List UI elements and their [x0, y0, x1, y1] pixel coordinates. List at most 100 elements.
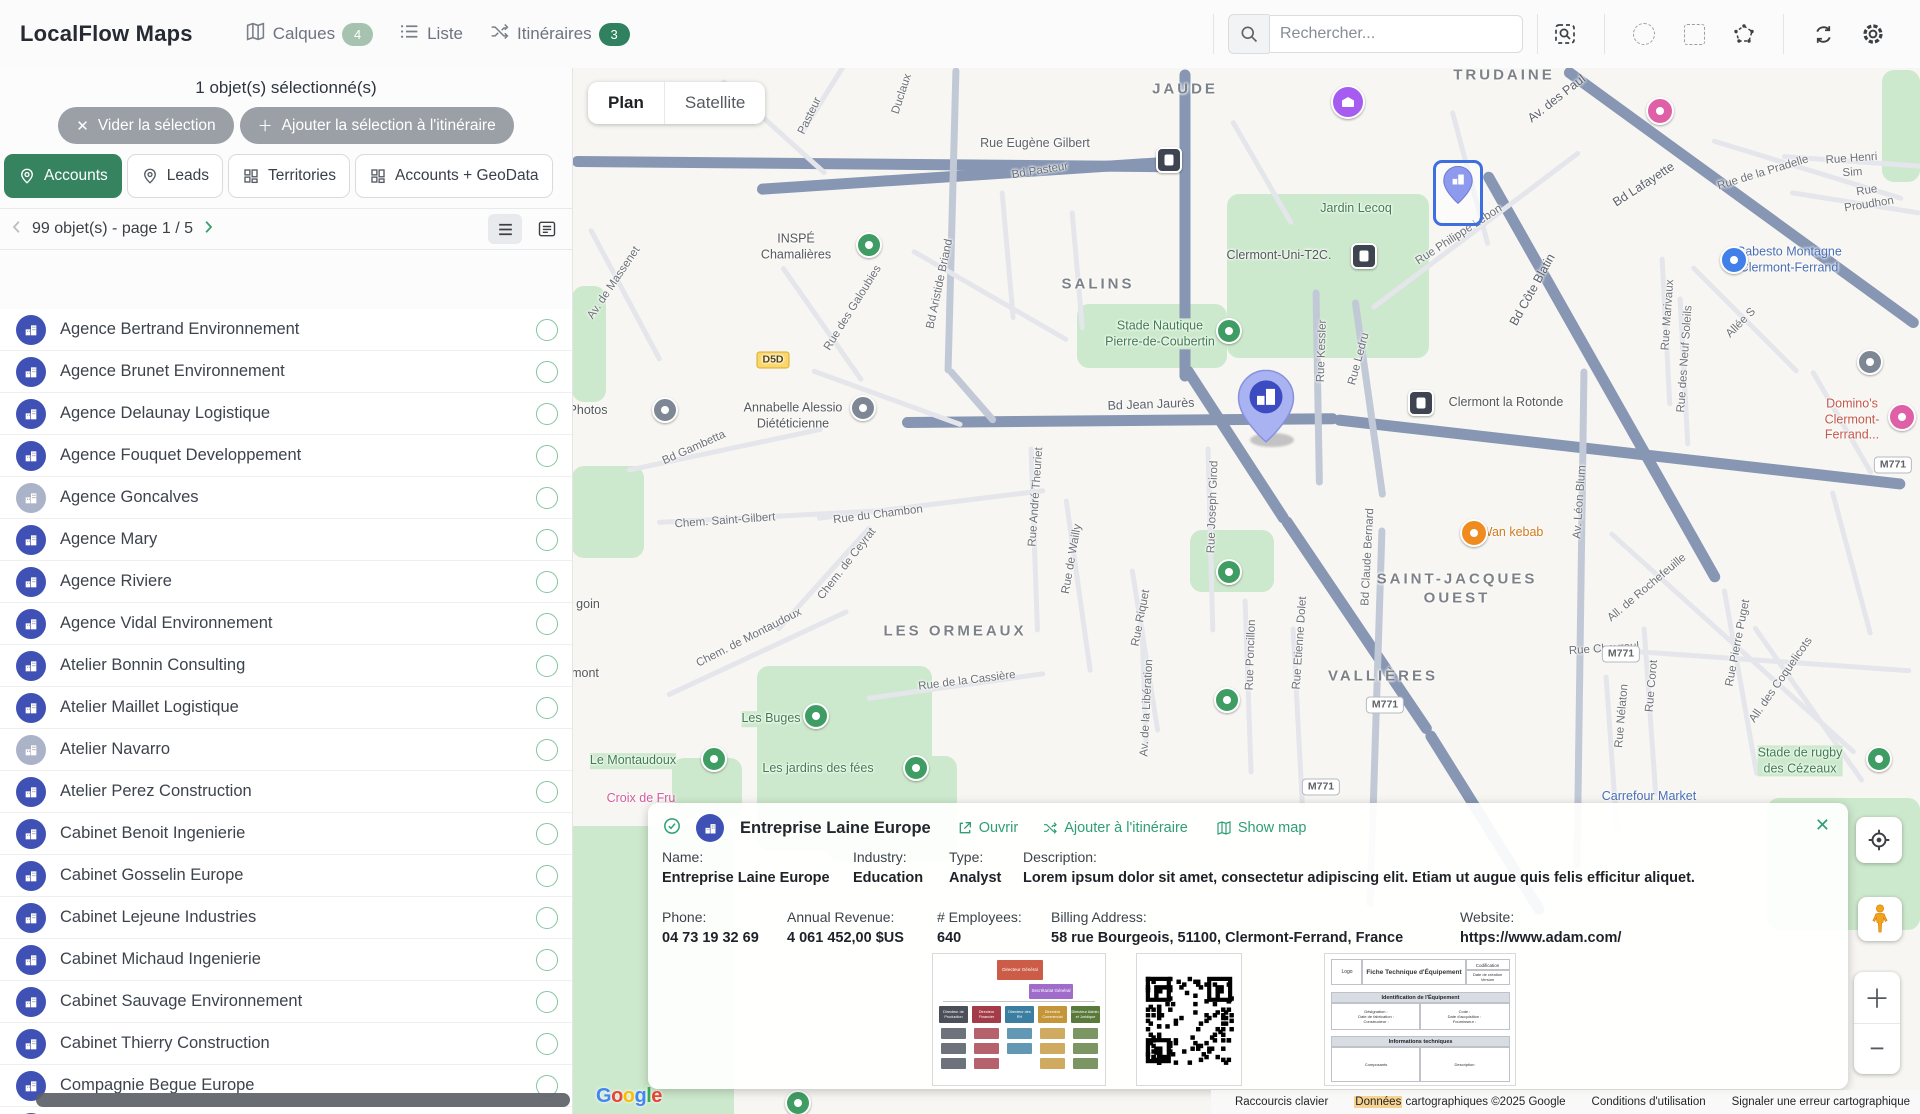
list-item[interactable]: Atelier Bonnin Consulting	[0, 645, 572, 687]
select-circle[interactable]	[536, 445, 558, 467]
green-poi-marker-icon[interactable]	[785, 1090, 811, 1114]
select-circle[interactable]	[536, 361, 558, 383]
list-item[interactable]: Cabinet Michaud Ingenierie	[0, 939, 572, 981]
list-item[interactable]: Agence Brunet Environnement	[0, 351, 572, 393]
list-item[interactable]: Agence Mary	[0, 519, 572, 561]
boxed-account-pin-icon[interactable]	[1433, 160, 1483, 226]
select-circle[interactable]	[536, 697, 558, 719]
list-item[interactable]: Agence Fouquet Developpement	[0, 435, 572, 477]
list-item[interactable]: Atelier Maillet Logistique	[0, 687, 572, 729]
clear-selection-button[interactable]: ✕ Vider la sélection	[58, 107, 233, 144]
open-account-link[interactable]: Ouvrir	[957, 820, 1018, 836]
list-item[interactable]: Compagnie Le Goff France	[0, 1107, 572, 1114]
zoom-in-button[interactable]: ＋	[1854, 972, 1900, 1024]
green-poi-marker-icon[interactable]	[1214, 687, 1240, 713]
my-location-button[interactable]	[1856, 817, 1902, 863]
select-circle[interactable]	[536, 739, 558, 761]
list-item[interactable]: Cabinet Benoit Ingenierie	[0, 813, 572, 855]
map-type-plan[interactable]: Plan	[588, 82, 664, 124]
spec-sheet-image[interactable]: Logo Fiche Technique d'Équipement Codifi…	[1324, 953, 1516, 1086]
pink-poi-marker-icon[interactable]	[1646, 97, 1674, 125]
food-poi-marker-icon[interactable]	[1460, 519, 1488, 547]
list-item[interactable]: Agence Riviere	[0, 561, 572, 603]
org-chart-image[interactable]: Directeur GénéralSecrétariat GénéralDire…	[932, 953, 1106, 1086]
select-circle[interactable]	[536, 529, 558, 551]
select-circle[interactable]	[536, 781, 558, 803]
list-view-toggle[interactable]	[488, 214, 522, 244]
nav-liste[interactable]: Liste	[399, 21, 463, 47]
circle-select-icon[interactable]	[1631, 21, 1657, 47]
green-poi-marker-icon[interactable]	[1216, 318, 1242, 344]
pegman-streetview-button[interactable]	[1858, 897, 1902, 941]
select-circle[interactable]	[536, 823, 558, 845]
list-item[interactable]: Agence Vidal Environnement	[0, 603, 572, 645]
list-item[interactable]: Agence Delaunay Logistique	[0, 393, 572, 435]
qr-code-image[interactable]	[1136, 953, 1242, 1086]
list-item[interactable]: Cabinet Thierry Construction	[0, 1023, 572, 1065]
tab-accounts-geodata[interactable]: Accounts + GeoData	[355, 154, 552, 198]
select-circle[interactable]	[536, 319, 558, 341]
green-poi-marker-icon[interactable]	[803, 703, 829, 729]
list-item[interactable]: Cabinet Gosselin Europe	[0, 855, 572, 897]
select-circle[interactable]	[536, 1033, 558, 1055]
trans-poi-marker-icon[interactable]	[1351, 243, 1377, 269]
nav-calques[interactable]: Calques 4	[245, 21, 373, 47]
list-item[interactable]: Cabinet Sauvage Environnement	[0, 981, 572, 1023]
select-circle[interactable]	[536, 865, 558, 887]
tab-territories[interactable]: Territories	[228, 154, 350, 198]
pink-poi-marker-icon[interactable]	[1888, 403, 1916, 431]
select-circle[interactable]	[536, 655, 558, 677]
horizontal-scrollbar[interactable]	[36, 1093, 570, 1107]
show-map-link[interactable]: Show map	[1216, 820, 1307, 836]
select-circle[interactable]	[536, 403, 558, 425]
selected-check-icon[interactable]	[662, 816, 682, 841]
list-item[interactable]: Atelier Navarro	[0, 729, 572, 771]
settings-gear-icon[interactable]	[1860, 21, 1886, 47]
header-nav: Calques 4 Liste Itinéraires 3	[245, 21, 630, 47]
add-selection-to-route-button[interactable]: ＋ Ajouter la sélection à l'itinéraire	[240, 107, 514, 144]
store-poi-marker-icon[interactable]	[1720, 246, 1748, 274]
gray-poi-marker-icon[interactable]	[1857, 349, 1883, 375]
green-poi-marker-icon[interactable]	[856, 232, 882, 258]
green-poi-marker-icon[interactable]	[903, 755, 929, 781]
map-type-satellite[interactable]: Satellite	[664, 82, 765, 124]
tab-accounts[interactable]: Accounts	[4, 154, 122, 198]
selected-account-pin-icon[interactable]	[1237, 369, 1295, 448]
museum-poi-marker-icon[interactable]	[1331, 85, 1365, 119]
area-search-icon[interactable]	[1552, 21, 1578, 47]
gray-poi-marker-icon[interactable]	[850, 395, 876, 421]
list-item[interactable]: Atelier Perez Construction	[0, 771, 572, 813]
terms-link[interactable]: Conditions d'utilisation	[1592, 1096, 1706, 1108]
select-circle[interactable]	[536, 571, 558, 593]
rect-select-icon[interactable]	[1681, 21, 1707, 47]
zoom-out-button[interactable]: −	[1854, 1024, 1900, 1075]
green-poi-marker-icon[interactable]	[1866, 746, 1892, 772]
trans-poi-marker-icon[interactable]	[1408, 390, 1434, 416]
select-circle[interactable]	[536, 487, 558, 509]
map-data-link[interactable]: Données cartographiques ©2025 Google	[1354, 1096, 1565, 1108]
select-circle[interactable]	[536, 991, 558, 1013]
list-item[interactable]: Agence Goncalves	[0, 477, 572, 519]
keyboard-shortcuts-link[interactable]: Raccourcis clavier	[1235, 1096, 1328, 1108]
card-view-toggle[interactable]	[530, 214, 564, 244]
refresh-icon[interactable]	[1810, 21, 1836, 47]
map-canvas[interactable]: JAUDETRUDAINESALINSVALLIÈRESLES ORMEAUXS…	[572, 68, 1920, 1114]
add-to-route-link[interactable]: Ajouter à l'itinéraire	[1042, 820, 1188, 836]
list-item[interactable]: Cabinet Lejeune Industries	[0, 897, 572, 939]
next-page-icon[interactable]	[199, 218, 217, 241]
select-circle[interactable]	[536, 907, 558, 929]
green-poi-marker-icon[interactable]	[701, 746, 727, 772]
trans-poi-marker-icon[interactable]	[1156, 147, 1182, 173]
report-error-link[interactable]: Signaler une erreur cartographique	[1732, 1096, 1910, 1108]
search-input[interactable]	[1269, 15, 1523, 53]
panel-close-icon[interactable]: ✕	[1815, 815, 1830, 836]
green-poi-marker-icon[interactable]	[1216, 559, 1242, 585]
nav-itineraires[interactable]: Itinéraires 3	[489, 21, 630, 47]
tab-leads[interactable]: Leads	[127, 154, 223, 198]
polygon-select-icon[interactable]	[1731, 21, 1757, 47]
prev-page-icon[interactable]	[8, 218, 26, 241]
gray-poi-marker-icon[interactable]	[652, 397, 678, 423]
select-circle[interactable]	[536, 949, 558, 971]
select-circle[interactable]	[536, 613, 558, 635]
list-item[interactable]: Agence Bertrand Environnement	[0, 309, 572, 351]
